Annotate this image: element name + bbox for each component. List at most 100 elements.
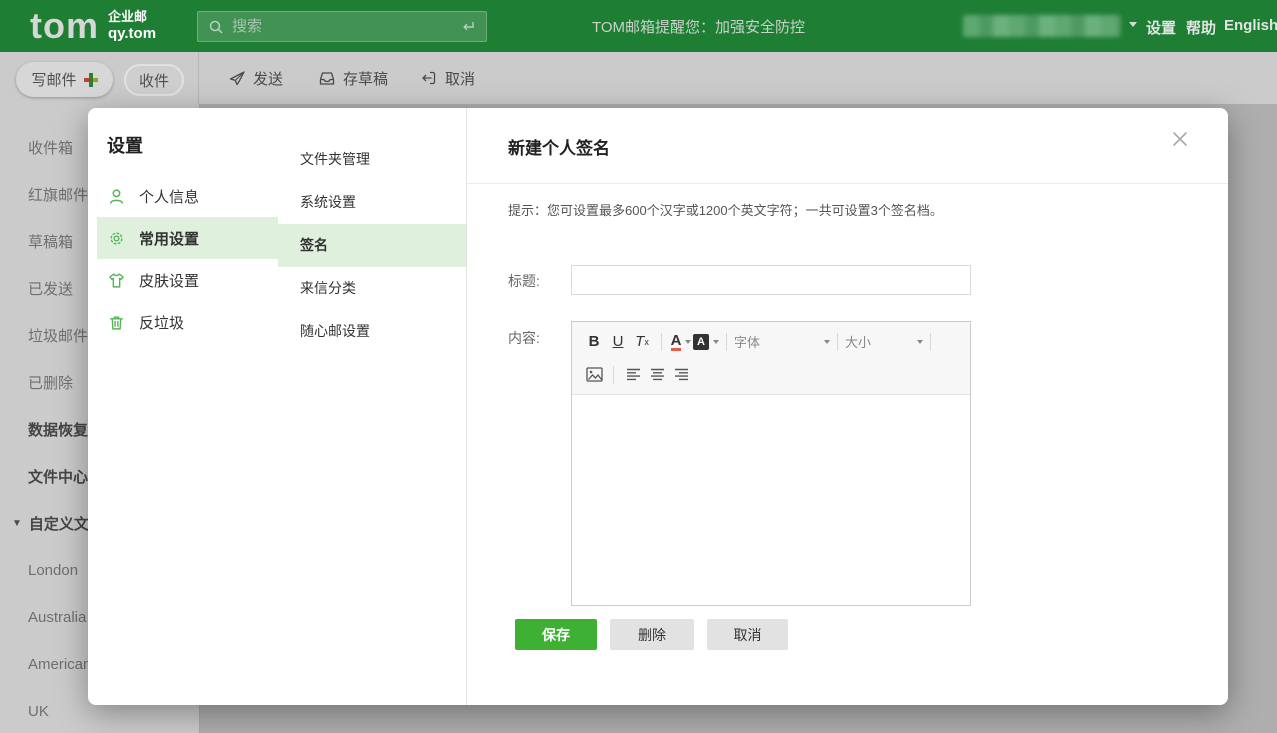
signature-title-input[interactable] (571, 265, 971, 295)
menu-item-personal-info[interactable]: 个人信息 (97, 175, 278, 217)
receive-button[interactable]: 收件 (124, 64, 184, 96)
search-icon (208, 19, 224, 35)
sidebar-item-label: 已发送 (28, 278, 73, 299)
collapse-triangle-icon: ▼ (12, 518, 22, 529)
tom-logo: tom (30, 4, 99, 48)
sidebar-item-label: 文件中心 (28, 466, 88, 487)
topbar: tom 企业邮 qy.tom TOM邮箱提醒您：加强安全防控 设置 帮助 Eng… (0, 0, 1277, 52)
menu-item-label: 个人信息 (139, 186, 199, 207)
font-family-select[interactable]: 字体 (734, 330, 830, 354)
signature-content-area[interactable] (572, 395, 970, 605)
sidebar-item-label: 数据恢复 (28, 419, 88, 440)
underline-button[interactable]: U (606, 330, 630, 354)
menu-item-label: 反垃圾 (139, 312, 184, 333)
save-draft-label: 存草稿 (343, 68, 388, 89)
font-family-value: 字体 (734, 332, 760, 351)
font-size-select[interactable]: 大小 (845, 330, 923, 354)
cancel-compose-label: 取消 (445, 68, 475, 89)
enter-icon[interactable] (460, 20, 476, 34)
toolbar-separator (930, 333, 931, 351)
search-box[interactable] (197, 11, 487, 42)
topbar-link-help[interactable]: 帮助 (1186, 17, 1216, 38)
clear-format-t: T (635, 333, 644, 350)
submenu-item-easy-mail-settings[interactable]: 随心邮设置 (278, 310, 466, 353)
sidebar-item-label: 红旗邮件 (28, 184, 88, 205)
cancel-compose-button[interactable]: 取消 (420, 66, 475, 90)
account-caret-icon[interactable] (1129, 22, 1137, 27)
settings-menu-column: 设置 个人信息 常用设置 皮肤设置 (88, 108, 278, 705)
settings-title: 设置 (107, 132, 143, 158)
compose-label: 写邮件 (31, 69, 76, 90)
compose-button[interactable]: 写邮件 (16, 62, 113, 97)
trash-icon (108, 314, 125, 331)
close-button[interactable] (1167, 126, 1193, 152)
caret-down-icon (685, 340, 691, 344)
align-right-icon (674, 368, 689, 381)
menu-item-label: 皮肤设置 (139, 270, 199, 291)
font-size-value: 大小 (845, 332, 871, 351)
security-notice: TOM邮箱提醒您：加强安全防控 (592, 16, 805, 37)
mail-toolbar (0, 52, 1277, 104)
menu-item-anti-spam[interactable]: 反垃圾 (97, 301, 278, 343)
draft-box-icon (318, 69, 336, 87)
sidebar-item-label: American (28, 656, 91, 673)
submenu-item-system-settings[interactable]: 系统设置 (278, 181, 466, 224)
plus-icon (84, 73, 98, 87)
align-center-button[interactable] (645, 363, 669, 387)
search-input[interactable] (232, 18, 460, 35)
toolbar-separator (726, 333, 727, 351)
toolbar-separator (613, 366, 614, 384)
signature-panel: 新建个人签名 提示：您可设置最多600个汉字或1200个英文字符；一共可设置3个… (467, 108, 1228, 705)
back-arrow-icon (420, 69, 438, 87)
caret-down-icon (713, 340, 719, 344)
align-left-icon (626, 368, 641, 381)
caret-down-icon (824, 340, 830, 344)
send-button[interactable]: 发送 (228, 66, 283, 90)
brand-line2: qy.tom (108, 25, 156, 43)
toolbar-separator (837, 333, 838, 351)
bold-button[interactable]: B (582, 330, 606, 354)
user-icon (108, 188, 125, 205)
submenu-item-folder-management[interactable]: 文件夹管理 (278, 138, 466, 181)
rich-text-editor: B U Tx A A 字体 (571, 321, 971, 606)
sidebar-item-label: 垃圾邮件 (28, 325, 88, 346)
bg-color-button[interactable]: A (693, 330, 719, 354)
editor-toolbar: B U Tx A A 字体 (572, 322, 970, 395)
caret-down-icon (917, 340, 923, 344)
align-center-icon (650, 368, 665, 381)
menu-item-skin-settings[interactable]: 皮肤设置 (97, 259, 278, 301)
submenu-item-signature[interactable]: 签名 (278, 224, 466, 267)
shirt-icon (108, 272, 125, 289)
sidebar-item-label: 已删除 (28, 372, 73, 393)
save-button[interactable]: 保存 (515, 619, 597, 650)
submenu-item-mail-classification[interactable]: 来信分类 (278, 267, 466, 310)
topbar-link-english[interactable]: English (1224, 17, 1277, 34)
cancel-button[interactable]: 取消 (707, 619, 788, 650)
font-color-button[interactable]: A (669, 330, 693, 354)
account-email-redacted[interactable] (963, 15, 1121, 37)
font-color-a: A (671, 333, 682, 351)
signature-hint: 提示：您可设置最多600个汉字或1200个英文字符；一共可设置3个签名档。 (508, 200, 943, 219)
title-field-label: 标题: (508, 271, 540, 291)
header-divider (467, 183, 1228, 184)
brand-block: 企业邮 qy.tom (108, 9, 156, 43)
clear-format-button[interactable]: Tx (630, 330, 654, 354)
menu-item-general-settings[interactable]: 常用设置 (97, 217, 278, 259)
save-draft-button[interactable]: 存草稿 (318, 66, 388, 90)
content-field-label: 内容: (508, 328, 540, 348)
delete-button[interactable]: 删除 (610, 619, 694, 650)
gear-icon (108, 230, 125, 247)
bg-color-a: A (693, 334, 709, 350)
insert-image-button[interactable] (582, 363, 606, 387)
sidebar-item-label: 收件箱 (28, 137, 73, 158)
brand-line1: 企业邮 (108, 9, 156, 25)
settings-modal: 设置 个人信息 常用设置 皮肤设置 (88, 108, 1228, 705)
align-right-button[interactable] (669, 363, 693, 387)
image-icon (586, 367, 603, 382)
sidebar-item-label: London (28, 562, 78, 579)
menu-item-label: 常用设置 (139, 228, 199, 249)
receive-label: 收件 (139, 70, 169, 91)
toolbar-separator (661, 333, 662, 351)
align-left-button[interactable] (621, 363, 645, 387)
topbar-link-settings[interactable]: 设置 (1146, 17, 1176, 38)
